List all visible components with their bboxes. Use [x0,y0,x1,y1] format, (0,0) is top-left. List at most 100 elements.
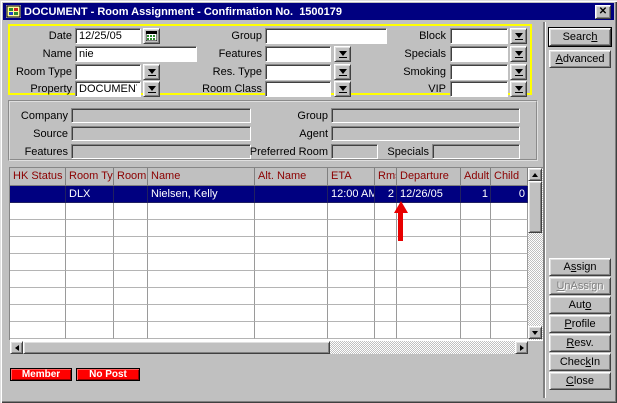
scroll-up-button[interactable] [528,168,542,181]
table-row-selected[interactable]: DLX Nielsen, Kelly 12:00 AM 2 12/26/05 1… [10,186,528,203]
resv-button[interactable]: Resv. [549,334,611,352]
table-empty-row[interactable] [10,203,528,220]
vertical-scroll-thumb[interactable] [528,181,542,233]
grid-header-row: HK Status Room Type Room Name Alt. Name … [10,168,528,186]
cell-name[interactable]: Nielsen, Kelly [148,186,255,203]
specials-field[interactable] [450,46,508,62]
preferred-room-field [331,144,378,159]
room-type-field[interactable] [75,64,141,80]
cell-room[interactable] [114,186,148,203]
block-lov-button[interactable] [510,28,527,44]
res-type-field[interactable] [265,64,331,80]
close-button-action[interactable]: Close [549,372,611,390]
col-header-room[interactable]: Room [114,168,148,186]
room-class-field[interactable] [265,81,331,97]
table-empty-row[interactable] [10,322,528,339]
horizontal-scroll-thumb[interactable] [23,341,330,354]
col-header-name[interactable]: Name [148,168,255,186]
room-class-label: Room Class [196,81,262,97]
lov-arrow-icon [339,51,347,56]
table-empty-row[interactable] [10,254,528,271]
col-header-room-type[interactable]: Room Type [66,168,114,186]
profile-button[interactable]: Profile [549,315,611,333]
col-header-eta[interactable]: ETA [328,168,375,186]
property-field[interactable] [75,81,141,97]
date-field[interactable] [75,28,141,44]
smoking-label: Smoking [383,64,446,80]
table-empty-row[interactable] [10,271,528,288]
preferred-room-label: Preferred Room [240,144,328,160]
arrow-down-icon [532,331,538,335]
res-type-label: Res. Type [196,64,262,80]
lov-arrow-icon [515,33,523,38]
col-header-child[interactable]: Child [491,168,528,186]
lov-arrow-icon [339,86,347,91]
scroll-down-button[interactable] [528,326,542,339]
company-field [71,108,251,123]
col-header-adult[interactable]: Adult [461,168,491,186]
room-type-lov-button[interactable] [143,64,160,80]
vip-label: VIP [383,81,446,97]
info-features-label: Features [12,144,68,160]
room-type-label: Room Type [6,64,72,80]
cell-hk-status[interactable] [10,186,66,203]
annotation-arrow-stem [398,212,403,241]
app-icon [6,5,21,18]
cell-room-type[interactable]: DLX [66,186,114,203]
check-in-button[interactable]: Check In [549,353,611,371]
table-empty-row[interactable] [10,305,528,322]
cell-eta[interactable]: 12:00 AM [328,186,375,203]
horizontal-scrollbar[interactable] [10,341,528,354]
calendar-icon [146,31,157,41]
block-label: Block [383,28,446,44]
search-button[interactable]: Search [549,28,611,46]
scroll-left-button[interactable] [10,341,23,354]
table-empty-row[interactable] [10,288,528,305]
scroll-right-button[interactable] [515,341,528,354]
arrow-left-icon [15,345,19,351]
table-empty-row[interactable] [10,220,528,237]
close-button[interactable]: ✕ [595,5,611,19]
company-label: Company [12,108,68,124]
assign-button[interactable]: Assign [549,258,611,276]
cell-child[interactable]: 0 [491,186,528,203]
room-assignment-window: DOCUMENT - Room Assignment - Confirmatio… [0,0,617,403]
title-bar[interactable]: DOCUMENT - Room Assignment - Confirmatio… [3,3,614,20]
member-badge: Member [10,368,72,381]
info-group-label: Group [240,108,328,124]
vertical-scrollbar[interactable] [528,168,543,340]
vip-field[interactable] [450,81,508,97]
source-field [71,126,251,141]
features-label: Features [196,46,262,62]
col-header-hk-status[interactable]: HK Status [10,168,66,186]
room-class-lov-button[interactable] [334,81,351,97]
date-label: Date [6,28,72,44]
lov-arrow-icon [339,69,347,74]
advanced-button[interactable]: Advanced [549,50,611,68]
res-type-lov-button[interactable] [334,64,351,80]
block-field[interactable] [450,28,508,44]
group-field[interactable] [265,28,387,44]
smoking-field[interactable] [450,64,508,80]
specials-lov-button[interactable] [510,46,527,62]
info-specials-label: Specials [383,144,429,160]
cell-alt-name[interactable] [255,186,328,203]
col-header-departure[interactable]: Departure [397,168,461,186]
features-lov-button[interactable] [334,46,351,62]
auto-button[interactable]: Auto [549,296,611,314]
source-label: Source [12,126,68,142]
window-title: DOCUMENT - Room Assignment - Confirmatio… [24,6,592,18]
name-field[interactable] [75,46,197,62]
arrow-right-icon [520,345,524,351]
features-field[interactable] [265,46,331,62]
col-header-alt-name[interactable]: Alt. Name [255,168,328,186]
property-lov-button[interactable] [143,81,160,97]
unassign-button: UnAssign [549,277,611,295]
cell-adult[interactable]: 1 [461,186,491,203]
smoking-lov-button[interactable] [510,64,527,80]
col-header-rms[interactable]: Rms [375,168,397,186]
vip-lov-button[interactable] [510,81,527,97]
table-empty-row[interactable] [10,237,528,254]
calendar-button[interactable] [143,28,160,44]
agent-field [331,126,520,141]
